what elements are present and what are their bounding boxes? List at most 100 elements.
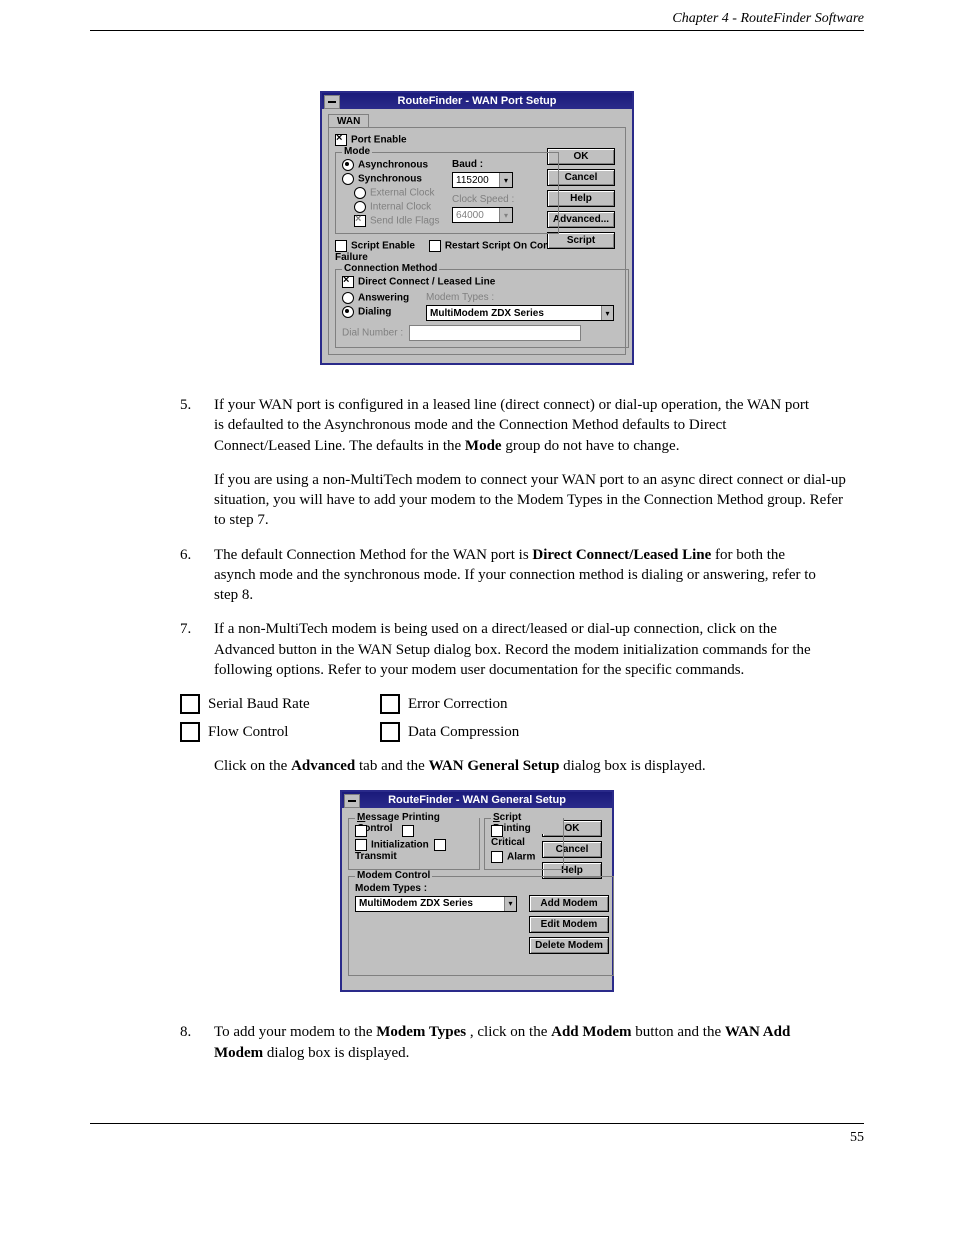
edit-modem-button[interactable]: Edit Modem — [529, 916, 609, 933]
step-text: dialog box is displayed. — [267, 1045, 410, 1061]
step-text: The default Connection Method for the WA… — [214, 547, 532, 563]
send-idle-label: Send Idle Flags — [370, 216, 440, 227]
answering-radio[interactable] — [342, 292, 354, 304]
step-text-bold: Mode — [465, 438, 502, 454]
page-number: 55 — [850, 1130, 864, 1146]
dialog-title-text: RouteFinder - WAN General Setup — [388, 794, 566, 806]
mode-legend: Mode — [342, 146, 372, 157]
modem-types-combo[interactable]: MultiModem ZDX Series▾ — [426, 305, 614, 321]
step-text: If a non-MultiTech modem is being used o… — [214, 619, 820, 680]
delete-modem-button[interactable]: Delete Modem — [529, 937, 609, 954]
dial-number-label: Dial Number : — [342, 328, 403, 339]
message-printing-legend: Message Printing Control — [355, 812, 479, 834]
step-text: To add your modem to the — [214, 1024, 376, 1040]
answering-label: Answering — [358, 293, 409, 304]
option-label: Flow Control — [208, 724, 288, 741]
internal-clock-label: Internal Clock — [370, 202, 431, 213]
page-header: Chapter 4 - RouteFinder Software — [672, 11, 864, 27]
modem-types-value: MultiModem ZDX Series — [356, 898, 504, 909]
system-menu-icon[interactable] — [324, 95, 340, 109]
clock-speed-value: 64000 — [453, 210, 499, 221]
baud-combo[interactable]: 115200▾ — [452, 172, 513, 188]
non-critical-checkbox[interactable] — [491, 825, 503, 837]
clock-speed-label: Clock Speed : — [452, 194, 548, 205]
direct-connect-checkbox[interactable] — [342, 276, 354, 288]
option-row: Flow Control Data Compression — [180, 722, 820, 742]
script-enable-label: Script Enable — [351, 241, 415, 252]
dialog-title: RouteFinder - WAN General Setup — [342, 792, 612, 808]
paragraph: If you are using a non-MultiTech modem t… — [214, 470, 854, 531]
step-text-bold: Direct Connect/Leased Line — [532, 547, 711, 563]
modem-types-label: Modem Types : — [426, 292, 622, 303]
checkbox-icon — [180, 722, 200, 742]
print-checkbox[interactable] — [355, 825, 367, 837]
alarm-label: Alarm — [507, 851, 535, 862]
checkbox-icon — [180, 694, 200, 714]
step-text-bold: Modem Types — [376, 1024, 466, 1040]
chevron-down-icon: ▾ — [499, 208, 512, 222]
step-8: 8. To add your modem to the Modem Types … — [180, 1022, 820, 1063]
dialog-title: RouteFinder - WAN Port Setup — [322, 93, 632, 109]
receive-checkbox[interactable] — [402, 825, 414, 837]
modem-types-value: MultiModem ZDX Series — [427, 308, 601, 319]
connection-method-legend: Connection Method — [342, 263, 439, 274]
port-enable-label: Port Enable — [351, 135, 407, 146]
baud-label: Baud : — [452, 159, 548, 170]
step-text: , click on the — [470, 1024, 551, 1040]
step-text: group do not have to change. — [505, 438, 679, 454]
synchronous-radio[interactable] — [342, 173, 354, 185]
dialing-radio[interactable] — [342, 306, 354, 318]
script-button[interactable]: Script — [547, 232, 615, 249]
asynchronous-label: Asynchronous — [358, 160, 428, 171]
option-label: Serial Baud Rate — [208, 696, 310, 713]
dialog-title-text: RouteFinder - WAN Port Setup — [398, 95, 557, 107]
checkbox-icon — [380, 694, 400, 714]
step-7: 7. If a non-MultiTech modem is being use… — [180, 619, 820, 680]
chevron-down-icon[interactable]: ▾ — [601, 306, 613, 320]
step-text-bold: Add Modem — [551, 1024, 631, 1040]
add-modem-button[interactable]: Add Modem — [529, 895, 609, 912]
synchronous-label: Synchronous — [358, 174, 422, 185]
send-idle-checkbox — [354, 215, 366, 227]
internal-clock-radio — [354, 201, 366, 213]
option-row: Serial Baud Rate Error Correction — [180, 694, 820, 714]
step-number: 8. — [180, 1022, 214, 1063]
baud-value: 115200 — [453, 175, 499, 186]
option-label: Error Correction — [408, 696, 508, 713]
transmit-checkbox[interactable] — [434, 839, 446, 851]
dial-number-input[interactable] — [409, 325, 581, 341]
alarm-checkbox[interactable] — [491, 851, 503, 863]
chevron-down-icon[interactable]: ▾ — [499, 173, 512, 187]
tab-wan[interactable]: WAN — [328, 114, 369, 128]
step-5: 5. If your WAN port is configured in a l… — [180, 395, 820, 456]
initialization-checkbox[interactable] — [355, 839, 367, 851]
step-6: 6. The default Connection Method for the… — [180, 545, 820, 606]
step-number: 6. — [180, 545, 214, 606]
initialization-label: Initialization — [371, 840, 429, 851]
chevron-down-icon[interactable]: ▾ — [504, 897, 516, 911]
asynchronous-radio[interactable] — [342, 159, 354, 171]
step-text: button and the — [635, 1024, 725, 1040]
text: Click on the — [214, 758, 291, 774]
text-bold: Advanced — [291, 758, 355, 774]
dialing-label: Dialing — [358, 307, 391, 318]
wan-general-setup-dialog: RouteFinder - WAN General Setup OK Cance… — [340, 790, 614, 992]
system-menu-icon[interactable] — [344, 794, 360, 808]
modem-types-combo[interactable]: MultiModem ZDX Series▾ — [355, 896, 517, 912]
script-enable-checkbox[interactable] — [335, 240, 347, 252]
step-number: 7. — [180, 619, 214, 680]
port-enable-checkbox[interactable] — [335, 134, 347, 146]
restart-script-checkbox[interactable] — [429, 240, 441, 252]
modem-types-label: Modem Types : — [355, 883, 607, 894]
wan-port-setup-dialog: RouteFinder - WAN Port Setup WAN OK Canc… — [320, 91, 634, 365]
text-bold: WAN General Setup — [429, 758, 560, 774]
step-number: 5. — [180, 395, 214, 456]
external-clock-radio — [354, 187, 366, 199]
modem-control-legend: Modem Control — [355, 870, 432, 881]
transmit-label: Transmit — [355, 851, 397, 862]
text: tab and the — [359, 758, 429, 774]
checkbox-icon — [380, 722, 400, 742]
external-clock-label: External Clock — [370, 188, 434, 199]
text: dialog box is displayed. — [563, 758, 706, 774]
direct-connect-label: Direct Connect / Leased Line — [358, 277, 495, 288]
